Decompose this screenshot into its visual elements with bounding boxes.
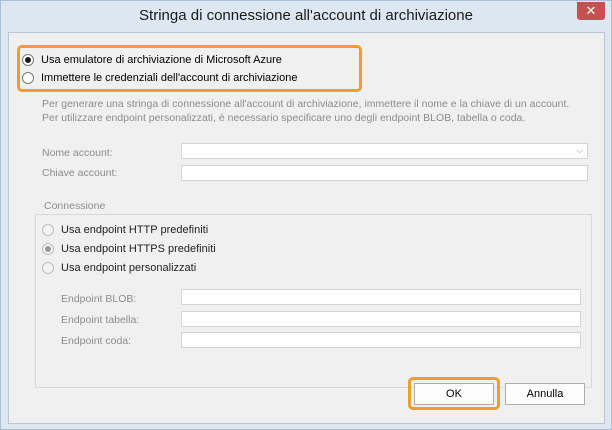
radio-use-emulator[interactable]: Usa emulatore di archiviazione di Micros… <box>22 54 282 66</box>
connection-group-title: Connessione <box>42 200 108 212</box>
ok-button[interactable]: OK <box>414 383 494 405</box>
radio-button-checked[interactable] <box>42 243 54 255</box>
chevron-down-icon[interactable]: ⌵ <box>576 145 583 156</box>
radio-label-enter-credentials: Immettere le credenziali dell'account di… <box>41 72 298 84</box>
radio-button-checked[interactable] <box>22 54 34 66</box>
radio-enter-credentials[interactable]: Immettere le credenziali dell'account di… <box>22 72 297 84</box>
radio-label-http-default: Usa endpoint HTTP predefiniti <box>61 224 209 236</box>
radio-label-https-default: Usa endpoint HTTPS predefiniti <box>61 243 216 255</box>
mode-highlight-frame <box>17 45 362 92</box>
queue-endpoint-input[interactable] <box>181 332 581 348</box>
queue-endpoint-label: Endpoint coda: <box>61 335 132 347</box>
close-icon: ✕ <box>585 3 597 18</box>
close-button[interactable]: ✕ <box>577 2 605 20</box>
dialog-title: Stringa di connessione all'account di ar… <box>139 7 473 24</box>
dialog-window: Stringa di connessione all'account di ar… <box>0 0 612 430</box>
radio-button[interactable] <box>42 224 54 236</box>
radio-button[interactable] <box>42 262 54 274</box>
radio-custom-endpoints[interactable]: Usa endpoint personalizzati <box>42 262 196 274</box>
account-key-label: Chiave account: <box>42 167 118 179</box>
blob-endpoint-label: Endpoint BLOB: <box>61 293 137 305</box>
dialog-body: Usa emulatore di archiviazione di Micros… <box>8 32 605 424</box>
radio-https-default[interactable]: Usa endpoint HTTPS predefiniti <box>42 243 216 255</box>
blob-endpoint-input[interactable] <box>181 289 581 305</box>
description-line-1: Per generare una stringa di connessione … <box>42 98 570 110</box>
radio-label-use-emulator: Usa emulatore di archiviazione di Micros… <box>41 54 282 66</box>
description-line-2: Per utilizzare endpoint personalizzati, … <box>42 112 526 124</box>
radio-label-custom-endpoints: Usa endpoint personalizzati <box>61 262 197 274</box>
account-key-input[interactable] <box>181 165 588 181</box>
radio-http-default[interactable]: Usa endpoint HTTP predefiniti <box>42 224 208 236</box>
radio-button[interactable] <box>22 72 34 84</box>
table-endpoint-input[interactable] <box>181 311 581 327</box>
cancel-button[interactable]: Annulla <box>505 383 585 405</box>
title-bar: Stringa di connessione all'account di ar… <box>1 1 611 31</box>
account-name-label: Nome account: <box>42 147 113 159</box>
account-name-combobox[interactable]: ⌵ <box>181 143 588 159</box>
table-endpoint-label: Endpoint tabella: <box>61 314 140 326</box>
